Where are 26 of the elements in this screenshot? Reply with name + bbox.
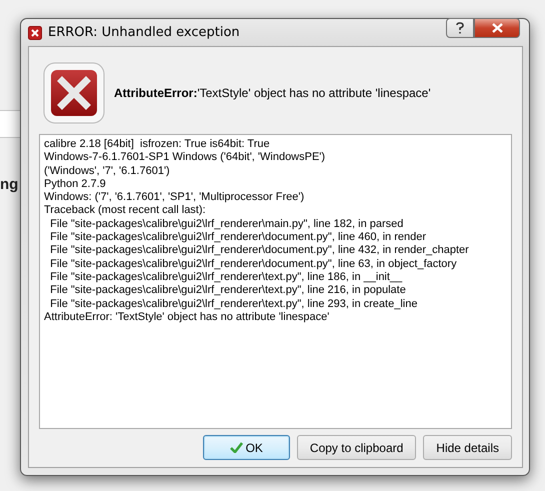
traceback-line: File "site-packages\calibre\gui2\lrf_renderer\document.py", line 460, in render [49,231,428,244]
close-icon [492,23,502,33]
dialog-button[interactable]: Copy to clipboard [296,435,416,460]
close-button[interactable] [474,18,520,38]
traceback-line: Traceback (most recent call last): [44,204,207,218]
check-icon [230,442,243,453]
error-message: AttributeError:'TextStyle' object has no attribute 'linespace' [114,86,431,100]
traceback-line: calibre 2.18 [64bit] isfrozen: True is64bit: True [44,138,271,152]
traceback-line: Windows: ('7', '6.1.7601', 'SP1', 'Multiprocessor Free') [44,191,306,204]
ok-button[interactable]: OK [202,435,290,460]
traceback-line: File "site-packages\calibre\gui2\lrf_renderer\document.py", line 432, in render_chapter [49,244,470,258]
traceback-line: AttributeError: 'TextStyle' object has no attribute 'linespace' [44,310,330,324]
error-icon [43,62,105,124]
dialog-button[interactable]: Hide details [423,435,512,460]
traceback-line: Python 2.7.9 [44,178,107,192]
help-icon [456,22,464,34]
traceback-line: Windows-7-6.1.7601-SP1 Windows ('64bit', 'WindowsPE') [44,151,326,165]
traceback-line: File "site-packages\calibre\gui2\lrf_renderer\main.py", line 182, in parsed [49,218,404,232]
traceback-line: File "site-packages\calibre\gui2\lrf_renderer\document.py", line 63, in object_factory [49,258,458,271]
traceback-line: ('Windows', '7', '6.1.7601') [44,164,171,178]
traceback-line: File "site-packages\calibre\gui2\lrf_renderer\text.py", line 216, in populate [49,284,407,298]
window-title: ERROR: Unhandled exception [48,25,240,40]
help-button[interactable] [446,18,474,38]
traceback-line: File "site-packages\calibre\gui2\lrf_renderer\text.py", line 293, in create_line [49,298,418,311]
error-icon [28,26,42,40]
traceback-line: File "site-packages\calibre\gui2\lrf_renderer\text.py", line 186, in __init__ [49,270,404,284]
